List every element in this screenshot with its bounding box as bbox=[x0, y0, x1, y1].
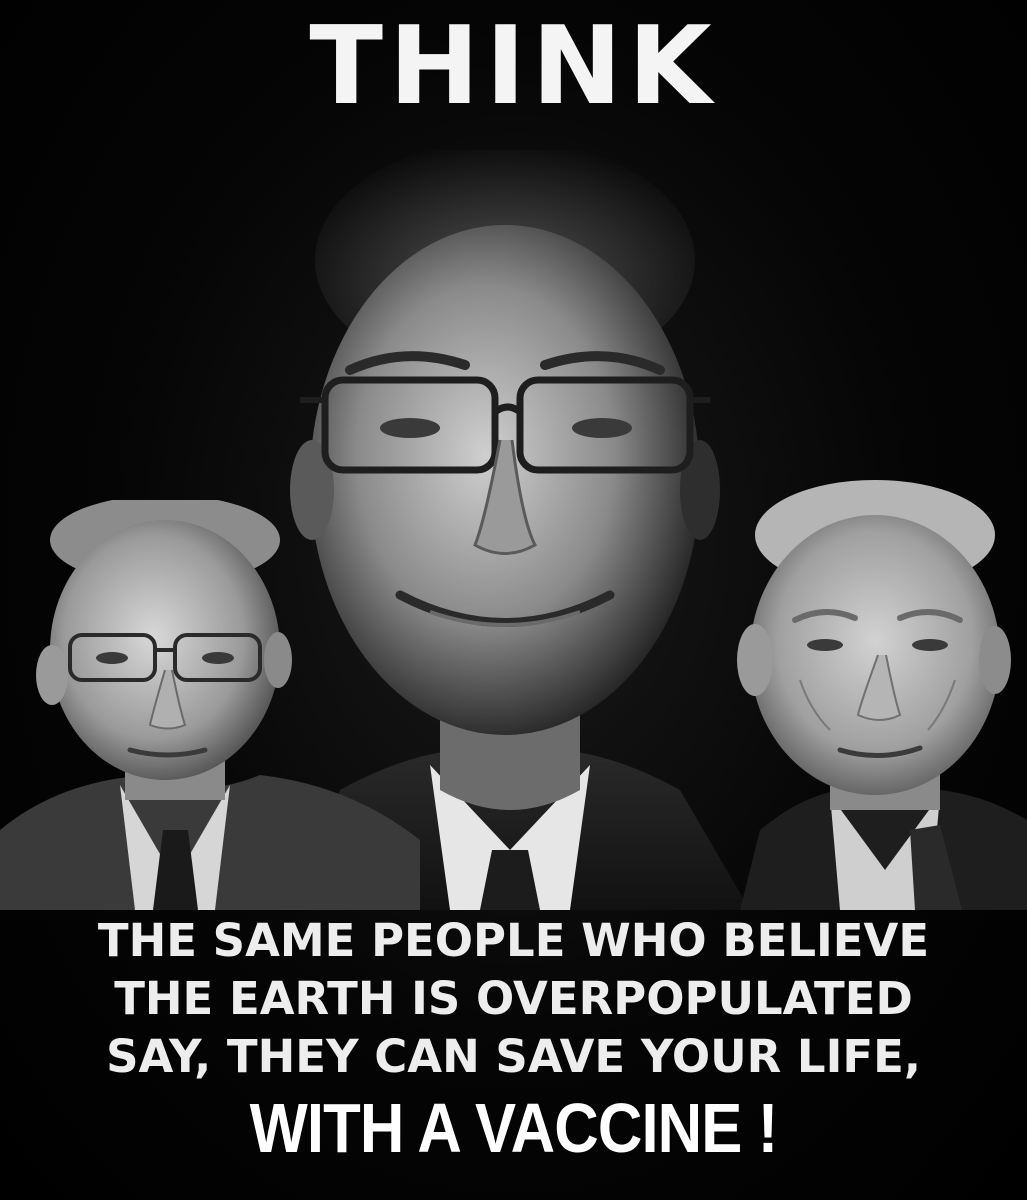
meme-poster: THINK THE SAME PEOPLE WHO BELIEVE THE EA… bbox=[0, 0, 1027, 1200]
right-portrait bbox=[700, 480, 1027, 910]
caption-line-2: THE EARTH IS OVERPOPULATED bbox=[114, 972, 913, 1025]
caption-line-3: SAY, THEY CAN SAVE YOUR LIFE, bbox=[106, 1030, 921, 1083]
headline-text: THINK bbox=[309, 4, 718, 129]
caption-block: THE SAME PEOPLE WHO BELIEVE THE EARTH IS… bbox=[0, 912, 1027, 1170]
left-portrait bbox=[0, 500, 420, 910]
caption-line-1: THE SAME PEOPLE WHO BELIEVE bbox=[97, 914, 930, 967]
caption-emphasis: WITH A VACCINE ! bbox=[249, 1089, 779, 1167]
